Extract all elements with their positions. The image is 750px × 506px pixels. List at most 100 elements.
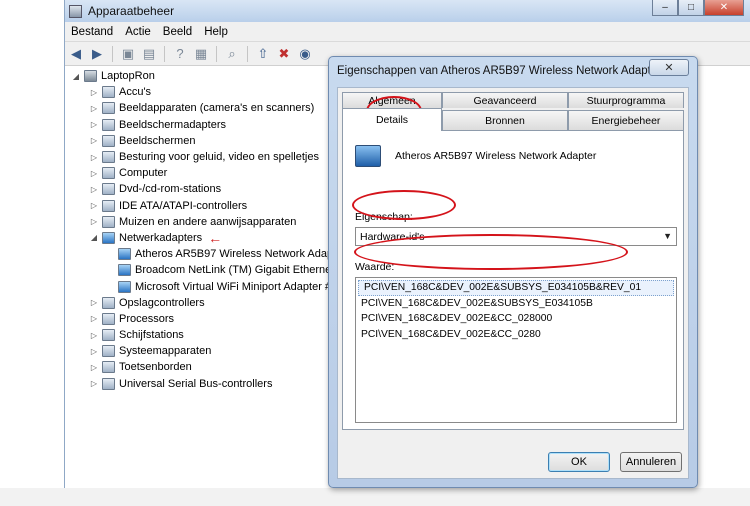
expand-arrow-icon[interactable]: ▷ [89,363,99,372]
tab-energiebeheer[interactable]: Energiebeheer [568,110,684,130]
expand-arrow-icon[interactable]: ▷ [89,169,99,178]
toolbar-separator [112,45,113,62]
tree-root[interactable]: ◢ LaptopRon [65,68,365,84]
properties-icon[interactable]: ▤ [140,45,158,63]
expand-arrow-icon[interactable]: ▷ [89,88,99,97]
expand-arrow-icon[interactable]: ▷ [89,153,99,162]
expand-arrow-icon[interactable]: ▷ [89,314,99,323]
tree-item-label: IDE ATA/ATAPI-controllers [119,199,248,212]
device-category-icon [102,361,115,374]
expand-arrow-icon[interactable]: ▷ [89,201,99,210]
tree-item[interactable]: ▷ Beeldschermen [65,133,365,149]
tree-item[interactable]: ▷ Systeemapparaten [65,343,365,359]
maximize-button[interactable]: □ [678,0,704,16]
minimize-button[interactable]: – [652,0,678,16]
device-manager-icon [69,4,82,18]
tree-item[interactable]: ▷ IDE ATA/ATAPI-controllers [65,198,365,214]
tree-item-label: Beeldapparaten (camera's en scanners) [119,102,315,115]
tree-item[interactable]: ▷ Accu's [65,84,365,100]
tree-item[interactable]: ▷ Muizen en andere aanwijsapparaten [65,214,365,230]
tree-item[interactable]: ▷ Toetsenborden [65,359,365,375]
toolbar-separator [247,45,248,62]
disable-icon[interactable]: ◉ [296,45,314,63]
title-bar: Apparaatbeheer – □ ✕ [65,0,750,22]
property-select[interactable]: Hardware-id's ▼ [355,227,677,246]
device-category-icon [102,199,115,212]
tree-item[interactable]: ▷ Processors [65,311,365,327]
tree-root-label: LaptopRon [101,70,155,83]
expand-arrow-icon[interactable]: ▷ [89,331,99,340]
uninstall-icon[interactable]: ✖ [275,45,293,63]
value-item[interactable]: PCI\VEN_168C&DEV_002E&CC_028000 [356,311,676,327]
tree-item-label: Opslagcontrollers [119,296,205,309]
tab-details[interactable]: Details [342,108,442,131]
tree-child-item[interactable]: Microsoft Virtual WiFi Miniport Adapter … [65,278,365,294]
expand-arrow-icon[interactable]: ▷ [89,104,99,113]
expand-arrow-icon[interactable]: ▷ [89,347,99,356]
dialog-body: Algemeen Geavanceerd Stuurprogramma Deta… [337,87,689,479]
device-category-icon [102,345,115,358]
tree-child-item[interactable]: Broadcom NetLink (TM) Gigabit Ethernet [65,262,365,278]
collapse-arrow-icon[interactable]: ◢ [71,72,81,81]
status-strip [0,488,750,506]
value-item[interactable]: PCI\VEN_168C&DEV_002E&SUBSYS_E034105B&RE… [358,280,674,296]
dialog-title: Eigenschappen van Atheros AR5B97 Wireles… [337,65,662,77]
close-button[interactable]: ✕ [704,0,744,16]
help-icon[interactable]: ? [171,45,189,63]
menu-beeld[interactable]: Beeld [157,26,198,38]
tab-stuurprogramma[interactable]: Stuurprogramma [568,92,684,108]
device-category-icon [102,312,115,325]
device-name: Atheros AR5B97 Wireless Network Adapter [395,150,597,162]
expand-arrow-icon[interactable]: ▷ [89,298,99,307]
value-item[interactable]: PCI\VEN_168C&DEV_002E&SUBSYS_E034105B [356,296,676,312]
tree-item[interactable]: ▷ Schijfstations [65,327,365,343]
update-driver-icon[interactable]: ⇧ [254,45,272,63]
tree-item[interactable]: ▷ Beeldapparaten (camera's en scanners) [65,100,365,116]
computer-icon [84,70,97,83]
network-adapter-icon [118,280,131,293]
show-hidden-icon[interactable]: ▦ [192,45,210,63]
back-icon[interactable]: ◀ [67,45,85,63]
tree-item[interactable]: ▷ Computer [65,165,365,181]
device-category-icon [102,86,115,99]
tree-item-label: Accu's [119,86,152,99]
tree-item[interactable]: ▷ Besturing voor geluid, video en spellet… [65,149,365,165]
menu-bestand[interactable]: Bestand [65,26,119,38]
tab-algemeen[interactable]: Algemeen [342,92,442,108]
dialog-close-button[interactable]: ✕ [649,59,689,76]
tree-item-label: Toetsenborden [119,361,192,374]
menu-help[interactable]: Help [198,26,234,38]
expand-arrow-icon[interactable]: ▷ [89,217,99,226]
network-adapter-icon [118,264,131,277]
tree-item-label: Computer [119,167,168,180]
expand-arrow-icon[interactable]: ▷ [89,136,99,145]
expand-arrow-icon[interactable]: ▷ [89,379,99,388]
tree-child-item[interactable]: Atheros AR5B97 Wireless Network Adapt [65,246,365,262]
collapse-arrow-icon[interactable]: ◢ [89,233,99,242]
tree-item-label: Schijfstations [119,329,184,342]
scan-icon[interactable]: ⌕ [223,45,241,63]
tab-geavanceerd[interactable]: Geavanceerd [442,92,568,108]
ok-button[interactable]: OK [548,452,610,472]
device-header: Atheros AR5B97 Wireless Network Adapter [355,145,596,167]
chevron-down-icon[interactable]: ▼ [663,231,672,241]
device-category-icon [102,215,115,228]
tree-item[interactable]: ▷ Beeldschermadapters [65,117,365,133]
value-item[interactable]: PCI\VEN_168C&DEV_002E&CC_0280 [356,327,676,343]
expand-arrow-icon[interactable]: ▷ [89,120,99,129]
device-category-icon [102,167,115,180]
tab-bronnen[interactable]: Bronnen [442,110,568,130]
expand-arrow-icon[interactable]: ▷ [89,185,99,194]
tree-item[interactable]: ▷ Universal Serial Bus-controllers [65,376,365,392]
tree-item[interactable]: ▷ Dvd-/cd-rom-stations [65,181,365,197]
console-icon[interactable]: ▣ [119,45,137,63]
window-controls: – □ ✕ [652,0,744,16]
tree-item-label: Muizen en andere aanwijsapparaten [119,215,297,228]
tree-item[interactable]: ▷ Opslagcontrollers [65,295,365,311]
tree-item[interactable]: ◢ Netwerkadapters ← [65,230,365,246]
forward-icon[interactable]: ▶ [88,45,106,63]
cancel-button[interactable]: Annuleren [620,452,682,472]
value-list[interactable]: PCI\VEN_168C&DEV_002E&SUBSYS_E034105B&RE… [355,277,677,423]
device-category-icon [102,329,115,342]
menu-actie[interactable]: Actie [119,26,157,38]
